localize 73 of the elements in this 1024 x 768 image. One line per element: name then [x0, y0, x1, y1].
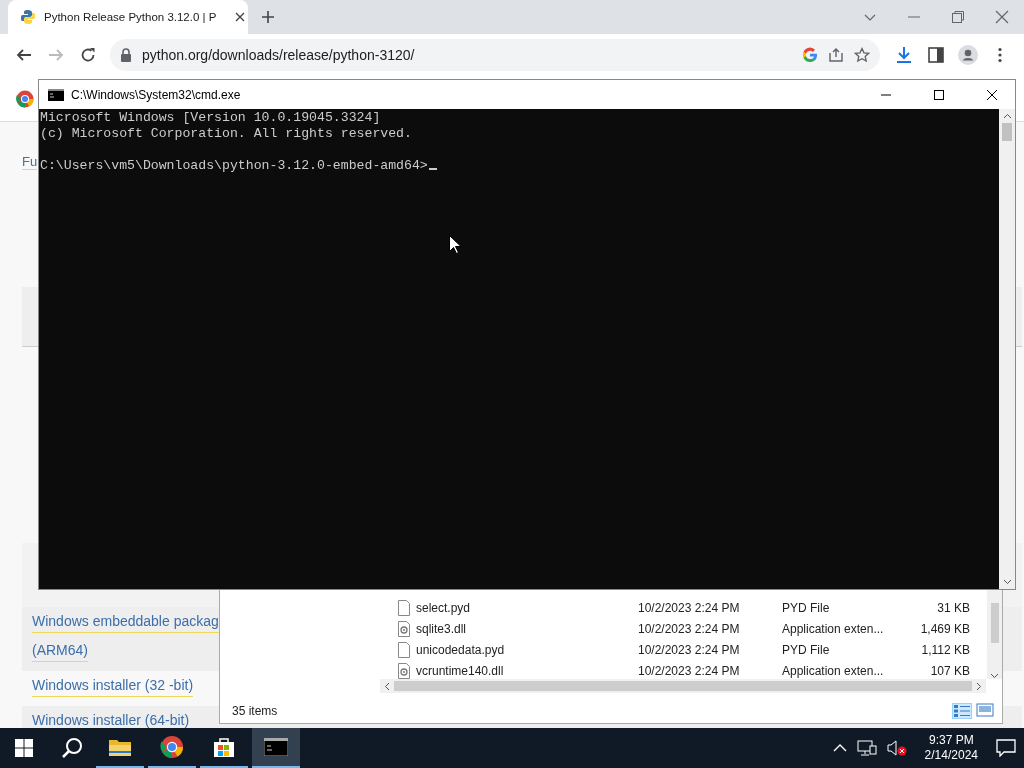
- google-icon[interactable]: [802, 47, 818, 63]
- console-icon: [48, 88, 64, 101]
- file-size: 1,469 KB: [919, 621, 970, 636]
- download-icon[interactable]: [895, 46, 913, 64]
- mouse-pointer-icon: [449, 235, 461, 254]
- console-line: (c) Microsoft Corporation. All rights reserved.: [40, 126, 413, 142]
- python-logo-icon: [20, 9, 36, 25]
- file-type: PYD File: [782, 600, 831, 615]
- restore-icon[interactable]: [951, 10, 965, 24]
- new-tab-icon[interactable]: [260, 9, 276, 25]
- notification-icon[interactable]: [996, 739, 1016, 757]
- download-link[interactable]: Windows embeddable packag: [32, 610, 219, 633]
- back-icon[interactable]: [16, 47, 32, 63]
- command-prompt: C:\Users\vm5\Downloads\python-3.12.0-embed-amd64>: [40, 158, 428, 173]
- file-type: Application exten...: [782, 621, 885, 636]
- maximize-icon[interactable]: [933, 88, 945, 101]
- scroll-left-icon[interactable]: [384, 681, 390, 691]
- file-name[interactable]: vcruntime140.dll: [416, 663, 504, 678]
- scroll-up-icon[interactable]: [1002, 113, 1012, 119]
- shopping-bag-icon: [213, 736, 235, 758]
- file-date: 10/2/2023 2:24 PM: [638, 642, 741, 657]
- details-view-icon[interactable]: [953, 704, 971, 718]
- url-text: python.org/downloads/release/python-3120/: [142, 47, 416, 63]
- text-cursor: [428, 168, 437, 170]
- chevron-up-icon[interactable]: [832, 743, 847, 753]
- windows-logo-icon: [15, 739, 33, 757]
- address-bar[interactable]: python.org/downloads/release/python-3120/: [110, 39, 880, 71]
- clock[interactable]: 9:37 PM 2/14/2024: [916, 733, 986, 763]
- scrollbar-thumb[interactable]: [394, 681, 972, 691]
- console-icon: [264, 738, 288, 756]
- gear-file-icon: [398, 620, 410, 637]
- browser-tab[interactable]: Python Release Python 3.12.0 | P: [8, 0, 248, 34]
- chrome-logo-icon[interactable]: [16, 90, 34, 108]
- menu-icon[interactable]: [998, 47, 1002, 63]
- file-size: 107 KB: [929, 663, 970, 678]
- share-icon[interactable]: [828, 47, 844, 63]
- chrome-logo-icon: [160, 735, 184, 759]
- lock-icon: [120, 48, 132, 62]
- scrollbar-thumb[interactable]: [990, 603, 999, 643]
- network-icon[interactable]: [856, 740, 877, 756]
- muted-speaker-icon[interactable]: [886, 740, 907, 756]
- star-icon[interactable]: [854, 47, 870, 63]
- file-icon: [398, 641, 410, 658]
- window-title: C:\Windows\System32\cmd.exe: [71, 87, 241, 102]
- console-line: Microsoft Windows [Version 10.0.19045.3324]: [40, 110, 382, 126]
- file-type: Application exten...: [782, 663, 885, 678]
- scroll-down-icon[interactable]: [1002, 579, 1012, 585]
- download-link[interactable]: (ARM64): [32, 639, 88, 662]
- reload-icon[interactable]: [80, 47, 96, 63]
- profile-icon[interactable]: [958, 45, 978, 65]
- close-icon[interactable]: [986, 88, 998, 101]
- file-size: 1,112 KB: [920, 642, 970, 657]
- breadcrumb-link[interactable]: Fu: [22, 154, 38, 170]
- search-icon: [61, 737, 83, 759]
- taskbar-app[interactable]: [252, 728, 300, 768]
- side-panel-icon[interactable]: [928, 47, 944, 63]
- download-link[interactable]: Windows installer (32 -bit): [32, 674, 194, 697]
- file-name[interactable]: sqlite3.dll: [416, 621, 467, 636]
- gear-file-icon: [398, 662, 410, 679]
- scroll-down-icon[interactable]: [990, 673, 999, 679]
- file-name[interactable]: unicodedata.pyd: [416, 642, 505, 657]
- file-size: 31 KB: [936, 600, 970, 615]
- file-type: PYD File: [782, 642, 831, 657]
- file-name[interactable]: select.pyd: [416, 600, 471, 615]
- file-date: 10/2/2023 2:24 PM: [638, 621, 741, 636]
- item-count: 35 items: [232, 704, 278, 718]
- folder-icon: [108, 737, 132, 757]
- scrollbar-thumb[interactable]: [1002, 123, 1012, 141]
- file-date: 10/2/2023 2:24 PM: [638, 663, 741, 678]
- scroll-right-icon[interactable]: [976, 681, 982, 691]
- file-date: 10/2/2023 2:24 PM: [638, 600, 741, 615]
- file-icon: [398, 599, 410, 616]
- tab-title: Python Release Python 3.12.0 | P: [44, 11, 217, 23]
